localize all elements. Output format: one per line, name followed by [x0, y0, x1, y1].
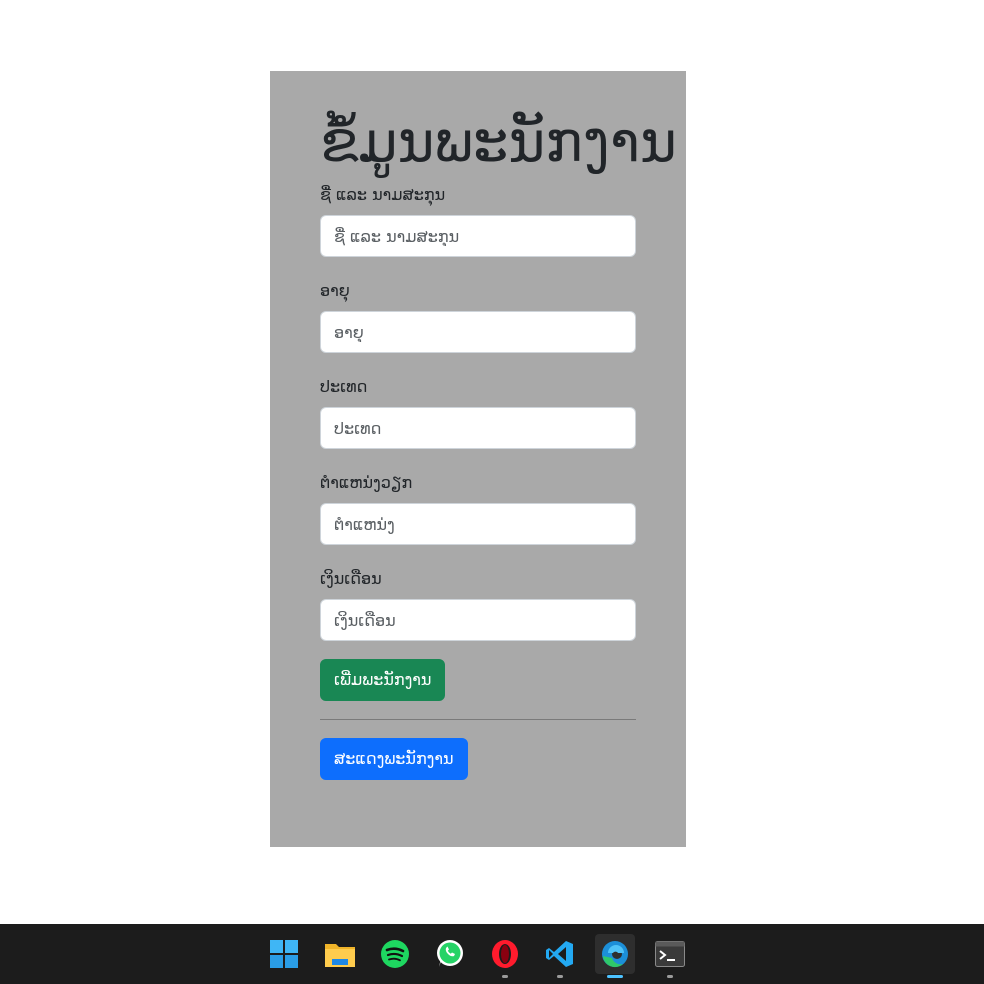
fullname-label: ຊື່ ແລະ ນາມສະກຸນ: [320, 185, 446, 204]
age-input[interactable]: [320, 311, 636, 353]
file-explorer-button[interactable]: [320, 934, 360, 974]
age-field-group: ອາຍຸ: [320, 279, 636, 353]
whatsapp-button[interactable]: [430, 934, 470, 974]
add-button-row: ເພີ່ມພະນັກງານ: [320, 659, 636, 701]
show-button-row: ສະແດງພະນັກງານ: [320, 738, 636, 780]
spotify-icon: [381, 940, 409, 968]
position-input[interactable]: [320, 503, 636, 545]
terminal-icon: [655, 941, 685, 967]
opera-icon: [492, 940, 518, 968]
terminal-button[interactable]: [650, 934, 690, 978]
country-input[interactable]: [320, 407, 636, 449]
edge-icon: [602, 941, 628, 968]
vscode-icon: [546, 941, 573, 967]
running-indicator: [502, 975, 508, 978]
running-indicator: [557, 975, 563, 978]
edge-button[interactable]: [595, 934, 635, 978]
active-indicator: [607, 975, 623, 978]
salary-input[interactable]: [320, 599, 636, 641]
opera-button[interactable]: [485, 934, 525, 978]
employee-form-card: ຂໍ້ມູນພະນັກງານ ຊື່ ແລະ ນາມສະກຸນ ອາຍຸ ປະເ…: [270, 71, 686, 847]
country-label: ປະເທດ: [320, 377, 368, 396]
show-employees-button[interactable]: ສະແດງພະນັກງານ: [320, 738, 468, 780]
spotify-button[interactable]: [375, 934, 415, 974]
screen: ຂໍ້ມູນພະນັກງານ ຊື່ ແລະ ນາມສະກຸນ ອາຍຸ ປະເ…: [0, 0, 984, 984]
whatsapp-icon: [437, 940, 463, 967]
fullname-field-group: ຊື່ ແລະ ນາມສະກຸນ: [320, 183, 636, 257]
position-field-group: ຕຳແຫນ່ງວຽກ: [320, 471, 636, 545]
add-employee-button[interactable]: ເພີ່ມພະນັກງານ: [320, 659, 446, 701]
salary-field-group: ເງິນເດືອນ: [320, 567, 636, 641]
position-label: ຕຳແຫນ່ງວຽກ: [320, 473, 413, 492]
form-title: ຂໍ້ມູນພະນັກງານ: [320, 110, 677, 175]
running-indicator: [667, 975, 673, 978]
file-explorer-icon: [325, 944, 355, 967]
vscode-button[interactable]: [540, 934, 580, 978]
salary-label: ເງິນເດືອນ: [320, 569, 382, 588]
divider: [320, 719, 636, 720]
fullname-input[interactable]: [320, 215, 636, 257]
age-label: ອາຍຸ: [320, 281, 350, 300]
start-menu-icon: [270, 940, 298, 968]
taskbar: [0, 924, 984, 984]
start-button[interactable]: [264, 934, 304, 974]
country-field-group: ປະເທດ: [320, 375, 636, 449]
